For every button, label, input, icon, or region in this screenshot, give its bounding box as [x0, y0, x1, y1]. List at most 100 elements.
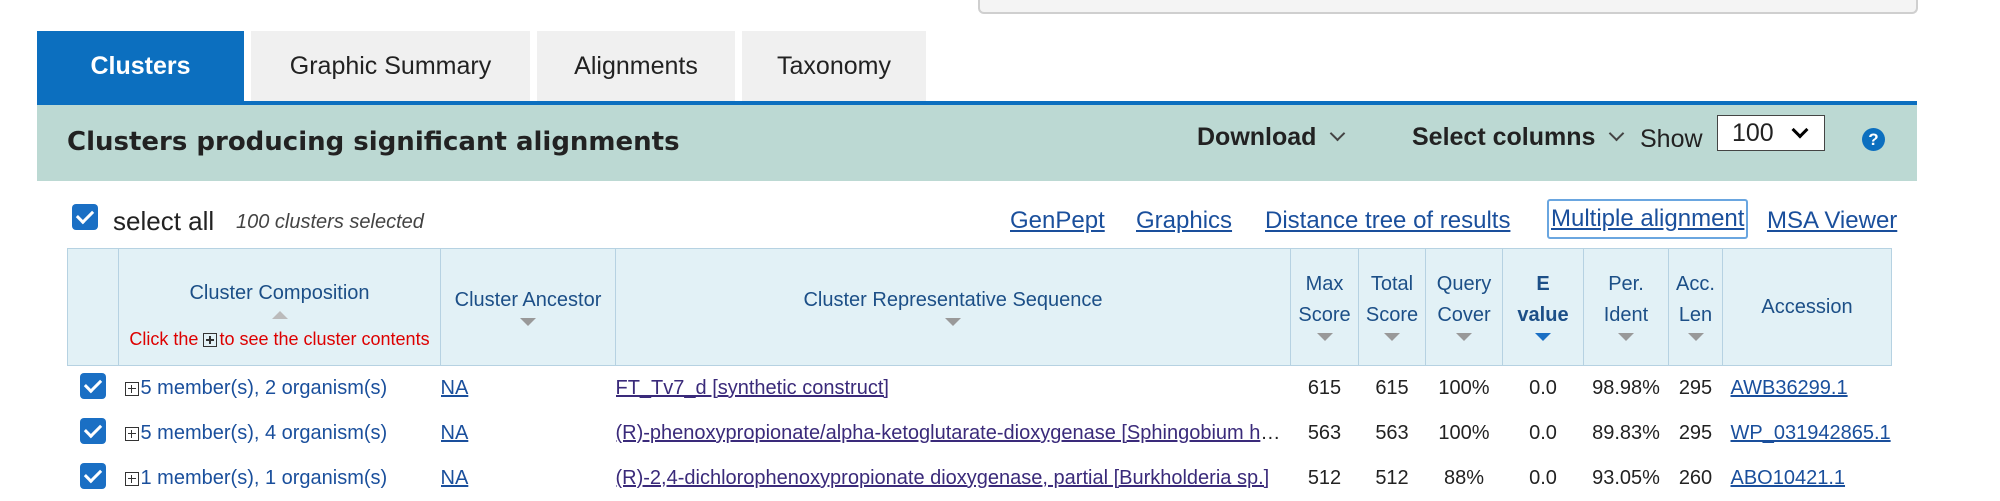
row-select-cell — [68, 411, 119, 456]
description-link[interactable]: (R)-phenoxypropionate/alpha-ketoglutarat… — [616, 422, 1291, 444]
accession-cell: WP_031942865.1 — [1723, 411, 1892, 456]
ancestor-cell: NA — [441, 456, 616, 501]
help-icon[interactable]: ? — [1862, 128, 1885, 151]
sort-icon — [1456, 333, 1472, 341]
col-ancestor-label: Cluster Ancestor — [454, 288, 602, 311]
col-per-ident-label-2: Ident — [1603, 304, 1649, 326]
col-accession[interactable]: Accession — [1722, 248, 1892, 366]
cluster-members-text[interactable]: 5 member(s), 2 organism(s) — [141, 377, 388, 399]
tab-taxonomy[interactable]: Taxonomy — [742, 31, 926, 101]
genpept-link[interactable]: GenPept — [1010, 207, 1105, 235]
show-count-select[interactable]: 100 — [1717, 115, 1825, 151]
col-evalue[interactable]: Evalue — [1502, 248, 1584, 366]
col-select — [67, 248, 119, 366]
composition-hint: Click the to see the cluster contents — [119, 329, 440, 350]
row-checkbox[interactable] — [80, 372, 106, 399]
ancestor-cell: NA — [441, 411, 616, 456]
evalue-cell: 0.0 — [1529, 377, 1557, 399]
accession-link[interactable]: WP_031942865.1 — [1731, 422, 1891, 444]
ancestor-link[interactable]: NA — [441, 377, 469, 399]
hint-text-post: to see the cluster contents — [219, 329, 430, 349]
per-ident-cell: 98.98% — [1592, 377, 1660, 399]
acc-len-cell: 295 — [1678, 422, 1713, 444]
tab-graphic-summary[interactable]: Graphic Summary — [251, 31, 530, 101]
select-columns-dropdown[interactable]: Select columns — [1412, 123, 1625, 152]
select-all-label: select all — [113, 206, 215, 236]
sort-active-icon — [1535, 333, 1551, 341]
col-evalue-label: E — [1536, 273, 1550, 295]
accession-link[interactable]: AWB36299.1 — [1731, 377, 1848, 399]
sort-icon — [1316, 333, 1333, 341]
col-total-score-label: Total — [1370, 273, 1414, 295]
chevron-down-icon — [1609, 125, 1625, 142]
max-score-cell: 563 — [1307, 422, 1342, 444]
ancestor-link[interactable]: NA — [441, 467, 469, 489]
download-dropdown[interactable]: Download — [1197, 123, 1346, 152]
distance-tree-link[interactable]: Distance tree of results — [1265, 207, 1510, 235]
show-count-value: 100 — [1732, 118, 1774, 147]
col-representative-sequence[interactable]: Cluster Representative Sequence — [615, 248, 1291, 366]
query-cover-cell: 88% — [1443, 467, 1485, 489]
cluster-members-text[interactable]: 5 member(s), 4 organism(s) — [141, 422, 388, 444]
col-max-score-label: Max — [1305, 273, 1344, 295]
row-select-cell — [68, 366, 119, 412]
acc-len-cell: 260 — [1678, 467, 1713, 489]
expand-plus-icon[interactable] — [124, 471, 139, 486]
results-header-bar: Clusters producing significant alignment… — [37, 105, 1917, 181]
col-max-score-label-2: Score — [1298, 304, 1351, 326]
row-checkbox[interactable] — [80, 462, 106, 489]
col-evalue-label-2: value — [1517, 304, 1569, 326]
description-cell: (R)-phenoxypropionate/alpha-ketoglutarat… — [616, 411, 1291, 456]
graphics-link[interactable]: Graphics — [1136, 207, 1232, 235]
col-per-ident[interactable]: Per. Ident — [1583, 248, 1669, 366]
total-score-cell: 563 — [1375, 422, 1409, 444]
description-link[interactable]: (R)-2,4-dichlorophenoxypropionate dioxyg… — [616, 467, 1270, 489]
col-query-cover-label: Query — [1436, 273, 1492, 295]
max-score-cell: 615 — [1307, 377, 1342, 399]
expand-plus-icon[interactable] — [124, 381, 139, 396]
max-score-cell: 512 — [1307, 467, 1342, 489]
ancestor-link[interactable]: NA — [441, 422, 469, 444]
col-max-score[interactable]: Max Score — [1290, 248, 1359, 366]
description-cell: FT_Tv7_d [synthetic construct] — [616, 366, 1291, 412]
composition-cell: 1 member(s), 1 organism(s) — [119, 456, 441, 501]
col-cluster-composition[interactable]: Cluster Composition Click the to see the… — [118, 248, 441, 366]
table-row: 5 member(s), 4 organism(s) NA (R)-phenox… — [68, 411, 1892, 456]
col-cluster-ancestor[interactable]: Cluster Ancestor — [440, 248, 616, 366]
composition-cell: 5 member(s), 4 organism(s) — [119, 411, 441, 456]
row-checkbox[interactable] — [80, 417, 106, 444]
sort-icon — [520, 317, 536, 326]
col-representative-label: Cluster Representative Sequence — [803, 288, 1103, 311]
col-total-score[interactable]: Total Score — [1358, 248, 1426, 366]
select-columns-label: Select columns — [1412, 123, 1596, 151]
select-all-checkbox[interactable] — [72, 204, 98, 230]
col-acc-len[interactable]: Acc. Len — [1668, 248, 1723, 366]
total-score-cell: 615 — [1375, 377, 1409, 399]
expand-plus-icon[interactable] — [124, 426, 139, 441]
results-tabs: Clusters Graphic Summary Alignments Taxo… — [37, 31, 933, 101]
col-query-cover[interactable]: Query Cover — [1425, 248, 1503, 366]
accession-link[interactable]: ABO10421.1 — [1731, 467, 1846, 489]
sort-icon — [1384, 333, 1400, 341]
accession-cell: ABO10421.1 — [1723, 456, 1892, 501]
cluster-members-text[interactable]: 1 member(s), 1 organism(s) — [141, 467, 388, 489]
sort-asc-icon — [271, 311, 288, 319]
table-header-row: Cluster Composition Click the to see the… — [67, 248, 1892, 366]
description-cell: (R)-2,4-dichlorophenoxypropionate dioxyg… — [616, 456, 1291, 501]
sort-icon — [1687, 333, 1704, 341]
query-cover-cell: 100% — [1438, 422, 1490, 444]
tab-alignments[interactable]: Alignments — [537, 31, 735, 101]
multiple-alignment-link[interactable]: Multiple alignment — [1547, 199, 1749, 239]
row-select-cell — [68, 456, 119, 501]
per-ident-cell: 89.83% — [1592, 422, 1660, 444]
col-total-score-label-2: Score — [1365, 304, 1419, 326]
tab-clusters[interactable]: Clusters — [37, 31, 244, 101]
search-summary-panel — [978, 0, 1918, 14]
total-score-cell: 512 — [1375, 467, 1409, 489]
evalue-cell: 0.0 — [1529, 467, 1557, 489]
section-title: Clusters producing significant alignment… — [67, 127, 680, 157]
ancestor-cell: NA — [441, 366, 616, 412]
expand-plus-icon — [203, 333, 218, 348]
msa-viewer-link[interactable]: MSA Viewer — [1767, 207, 1897, 235]
description-link[interactable]: FT_Tv7_d [synthetic construct] — [616, 377, 889, 399]
